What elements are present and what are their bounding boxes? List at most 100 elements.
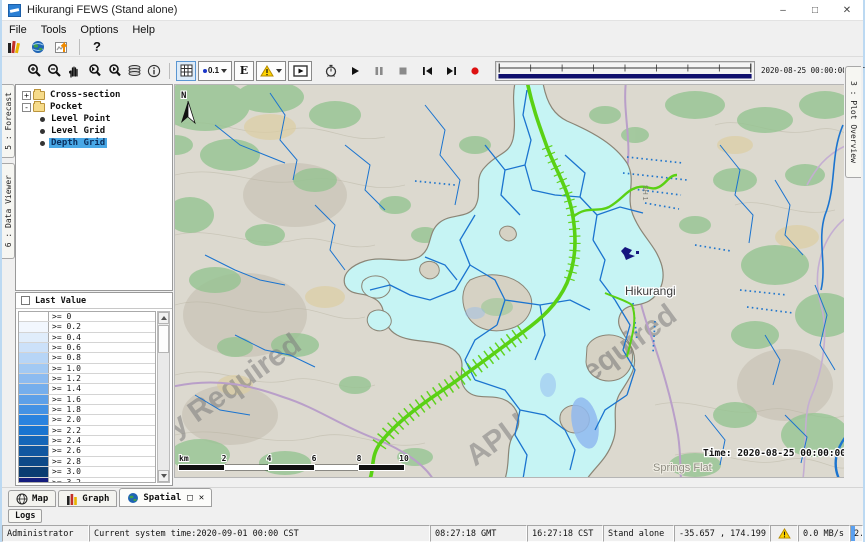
stop-button[interactable] xyxy=(393,61,413,81)
pan-button[interactable] xyxy=(64,61,84,81)
last-value-label: Last Value xyxy=(35,296,86,306)
legend-toggle-button[interactable]: E xyxy=(234,61,254,81)
zoom-in-button[interactable] xyxy=(24,61,44,81)
legend-row: >= 1.2 xyxy=(19,374,155,384)
status-transfer-rate: 0.0 MB/s xyxy=(798,525,850,542)
tree-item-depth-grid[interactable]: Depth Grid xyxy=(16,137,172,149)
record-icon xyxy=(470,66,480,76)
status-gmt-time: 08:27:18 GMT xyxy=(430,525,527,542)
tab-graph[interactable]: Graph xyxy=(58,490,117,507)
color-swatch xyxy=(19,395,49,404)
legend-row: >= 2.6 xyxy=(19,446,155,456)
area-label: Springs Flat xyxy=(653,462,712,474)
menu-bar: File Tools Options Help xyxy=(2,22,863,37)
legend-row: >= 1.0 xyxy=(19,364,155,374)
color-swatch xyxy=(19,436,49,445)
logs-button[interactable]: Logs xyxy=(8,509,42,523)
spatial-map[interactable]: API Key Required API Key Required xyxy=(174,84,847,478)
main-toolbar: ? xyxy=(2,37,863,57)
color-swatch xyxy=(19,478,49,484)
menu-file[interactable]: File xyxy=(2,22,34,37)
legend-row: >= 1.4 xyxy=(19,384,155,394)
scrollbar-thumb[interactable] xyxy=(158,325,169,353)
menu-tools[interactable]: Tools xyxy=(34,22,74,37)
last-value-checkbox[interactable] xyxy=(21,296,30,305)
movie-play-icon xyxy=(293,65,308,77)
legend-row: >= 0 xyxy=(19,312,155,322)
logs-row: Logs xyxy=(2,507,863,525)
tab-spatial[interactable]: Spatial □ ✕ xyxy=(119,488,212,507)
map-toolbar: 0.1 E xyxy=(2,57,863,84)
tab-forecast[interactable]: 5 : Forecast xyxy=(2,84,15,158)
play-button[interactable] xyxy=(345,61,365,81)
show-grid-button[interactable] xyxy=(176,61,196,81)
color-swatch xyxy=(19,333,49,342)
legend-row: >= 1.8 xyxy=(19,405,155,415)
map-canvas: API Key Required API Key Required xyxy=(175,85,847,478)
legend-row: >= 0.2 xyxy=(19,322,155,332)
legend-row: >= 2.2 xyxy=(19,426,155,436)
grid-display-button[interactable] xyxy=(50,38,74,56)
zoom-previous-icon xyxy=(87,63,102,78)
minimize-button[interactable]: – xyxy=(767,0,799,20)
pause-icon xyxy=(374,66,384,76)
road-label: SH 1 xyxy=(641,185,648,201)
status-warning[interactable] xyxy=(770,525,798,542)
movie-export-button[interactable] xyxy=(288,61,312,81)
scroll-down-icon[interactable] xyxy=(158,470,169,482)
status-bar: Administrator Current system time:2020-0… xyxy=(2,525,863,542)
expand-icon[interactable]: + xyxy=(22,91,31,100)
color-swatch xyxy=(19,343,49,352)
bar-book-icon xyxy=(7,40,21,54)
legend-row: >= 3.2 xyxy=(19,478,155,484)
time-slider-track xyxy=(496,62,754,80)
layers-button[interactable] xyxy=(124,61,144,81)
menu-help[interactable]: Help xyxy=(125,22,162,37)
tab-close-icon[interactable]: ✕ xyxy=(199,493,204,503)
color-swatch xyxy=(19,467,49,476)
go-last-button[interactable] xyxy=(441,61,461,81)
zoom-in-icon xyxy=(27,63,42,78)
tree-item-pocket[interactable]: - Pocket xyxy=(16,101,172,113)
color-swatch xyxy=(19,384,49,393)
timeseries-dialog-button[interactable] xyxy=(2,38,26,56)
collapse-icon[interactable]: - xyxy=(22,103,31,112)
tree-item-cross-section[interactable]: + Cross-section xyxy=(16,89,172,101)
scale-unit: km xyxy=(179,454,189,463)
help-button[interactable]: ? xyxy=(85,38,109,56)
application-window: Hikurangi FEWS (Stand alone) – □ ✕ File … xyxy=(0,0,865,542)
precision-value: 0.1 xyxy=(208,66,219,75)
zoom-next-button[interactable] xyxy=(104,61,124,81)
tree-item-level-grid[interactable]: Level Grid xyxy=(16,125,172,137)
menu-options[interactable]: Options xyxy=(73,22,125,37)
legend-scrollbar[interactable] xyxy=(157,311,170,483)
info-button[interactable] xyxy=(144,61,164,81)
record-button[interactable] xyxy=(465,61,485,81)
close-button[interactable]: ✕ xyxy=(831,0,863,20)
color-swatch xyxy=(19,457,49,466)
town-label: Hikurangi xyxy=(625,284,676,298)
tab-maximize-icon[interactable]: □ xyxy=(187,493,192,503)
tab-data-viewer[interactable]: 6 : Data Viewer xyxy=(2,163,15,259)
tab-plot-overview[interactable]: 3 : Plot Overview xyxy=(845,66,861,178)
pause-button[interactable] xyxy=(369,61,389,81)
color-swatch xyxy=(19,353,49,362)
tab-map[interactable]: Map xyxy=(8,490,56,507)
set-time-button[interactable] xyxy=(321,61,341,81)
zoom-out-button[interactable] xyxy=(44,61,64,81)
time-slider[interactable] xyxy=(495,61,755,81)
value-precision-dropdown[interactable]: 0.1 xyxy=(198,61,232,81)
scroll-up-icon[interactable] xyxy=(158,312,169,324)
info-icon xyxy=(147,64,161,78)
legend-header: Last Value xyxy=(16,293,172,309)
zoom-previous-button[interactable] xyxy=(84,61,104,81)
legend-row: >= 3.0 xyxy=(19,467,155,477)
map-display-button[interactable] xyxy=(26,38,50,56)
warnings-dropdown[interactable] xyxy=(256,61,286,81)
bottom-tab-bar: Map Graph Spatial □ ✕ xyxy=(2,487,863,507)
status-mode: Stand alone xyxy=(603,525,674,542)
go-first-button[interactable] xyxy=(417,61,437,81)
maximize-button[interactable]: □ xyxy=(799,0,831,20)
tree-item-level-point[interactable]: Level Point xyxy=(16,113,172,125)
north-label: N xyxy=(181,91,186,101)
